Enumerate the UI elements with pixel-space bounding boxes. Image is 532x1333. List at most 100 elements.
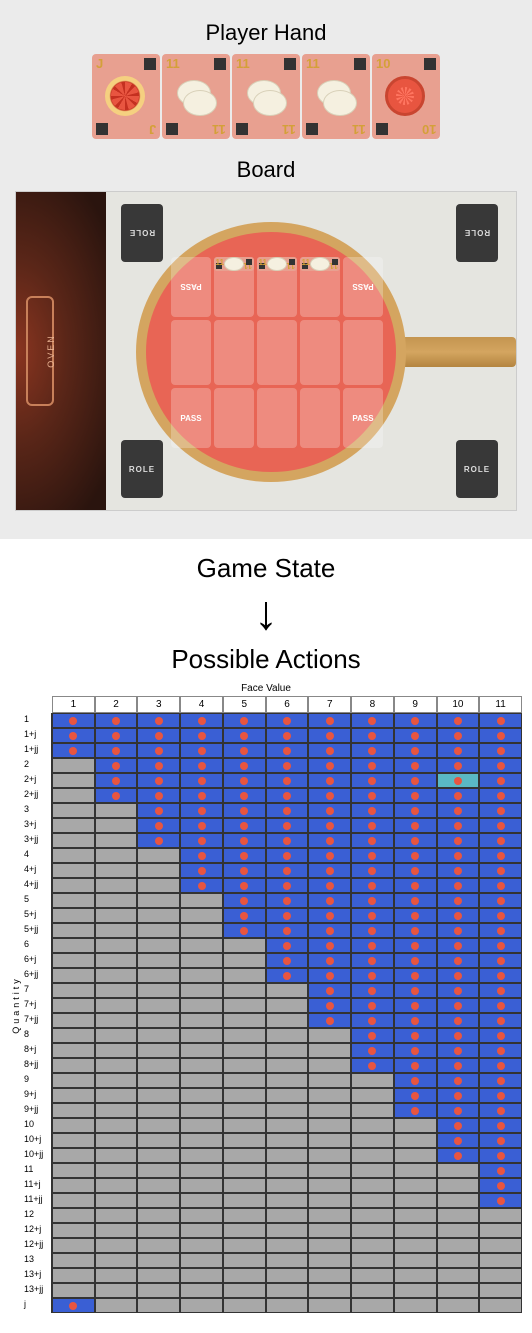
chart-cell <box>394 758 437 773</box>
board-slot <box>214 320 254 385</box>
chart-cell <box>351 743 394 758</box>
board-slot <box>300 320 340 385</box>
chart-cell <box>351 893 394 908</box>
chart-cell <box>95 1193 138 1208</box>
playable-dot <box>326 732 334 740</box>
playable-dot <box>240 807 248 815</box>
chart-cell <box>52 713 95 728</box>
playable-dot <box>368 852 376 860</box>
card-value: J <box>96 56 103 71</box>
chart-cell <box>479 758 522 773</box>
chart-cell <box>266 878 309 893</box>
chart-cell <box>479 1178 522 1193</box>
chart-col-header: 11 <box>479 696 522 713</box>
playable-dot <box>326 717 334 725</box>
chart-cell <box>223 1103 266 1118</box>
playable-dot <box>326 882 334 890</box>
chart-row-header: 2 <box>22 758 52 773</box>
chart-cell <box>137 893 180 908</box>
chart-cell <box>137 863 180 878</box>
qr-icon <box>289 259 295 265</box>
board-slot <box>257 388 297 448</box>
board-slot <box>214 388 254 448</box>
playable-dot <box>497 1107 505 1115</box>
playable-dot <box>155 717 163 725</box>
chart-cell <box>95 968 138 983</box>
board-slot <box>171 320 211 385</box>
board-slot: 1111 <box>300 257 340 317</box>
chart-cell <box>351 998 394 1013</box>
board-slot <box>300 388 340 448</box>
chart-cell <box>437 1298 480 1313</box>
qr-icon <box>96 123 108 135</box>
chart-cell <box>308 773 351 788</box>
playable-dot <box>411 882 419 890</box>
playable-dot <box>240 717 248 725</box>
chart-cell <box>52 1088 95 1103</box>
playable-dot <box>283 747 291 755</box>
playable-dot <box>368 717 376 725</box>
chart-cell <box>95 938 138 953</box>
chart-cell <box>180 1043 223 1058</box>
role-card-top-right: ROLE <box>456 204 498 262</box>
chart-cell <box>308 968 351 983</box>
chart-cell <box>95 863 138 878</box>
playable-dot <box>454 927 462 935</box>
chart-cell <box>95 1253 138 1268</box>
chart-cell <box>351 728 394 743</box>
chart-cell <box>52 1268 95 1283</box>
chart-cell <box>266 713 309 728</box>
chart-cell <box>95 1073 138 1088</box>
chart-cell <box>223 1178 266 1193</box>
playable-dot <box>497 837 505 845</box>
chart-cell <box>180 1298 223 1313</box>
chart-cell <box>266 833 309 848</box>
chart-col-header: 3 <box>137 696 180 713</box>
qr-icon <box>284 58 296 70</box>
chart-cell <box>95 1163 138 1178</box>
playable-dot <box>368 957 376 965</box>
chart-cell <box>479 1253 522 1268</box>
chart-cell <box>437 1118 480 1133</box>
chart-cell <box>266 968 309 983</box>
playable-dot <box>454 807 462 815</box>
chart-cell <box>223 878 266 893</box>
chart-cell <box>308 1193 351 1208</box>
chart-cell <box>180 1073 223 1088</box>
qr-icon <box>354 58 366 70</box>
chart-cell <box>137 1133 180 1148</box>
chart-cell <box>137 938 180 953</box>
card-value: 11 <box>352 122 366 137</box>
chart-cell <box>95 893 138 908</box>
chart-cell <box>308 1283 351 1298</box>
playable-dot <box>326 972 334 980</box>
playable-dot <box>283 972 291 980</box>
playable-dot <box>240 912 248 920</box>
chart-cell <box>437 728 480 743</box>
tomato-icon <box>385 76 425 116</box>
chart-cell <box>394 1088 437 1103</box>
chart-cell <box>95 1043 138 1058</box>
chart-col-header: 6 <box>266 696 309 713</box>
card-value: 10 <box>376 56 390 71</box>
playable-dot <box>454 1122 462 1130</box>
playable-dot <box>240 927 248 935</box>
chart-cell <box>394 938 437 953</box>
playable-dot <box>368 942 376 950</box>
chart-cell <box>180 758 223 773</box>
chart-cell <box>351 803 394 818</box>
playable-dot <box>240 852 248 860</box>
qr-icon <box>214 58 226 70</box>
chart-cell <box>223 1298 266 1313</box>
chart-cell <box>479 1208 522 1223</box>
chart-cell <box>180 773 223 788</box>
chart-cell <box>180 818 223 833</box>
chart-cell <box>351 1238 394 1253</box>
playable-dot <box>411 747 419 755</box>
chart-row-header: 1 <box>22 713 52 728</box>
chart-cell <box>95 788 138 803</box>
chart-row-header: 11+j <box>22 1178 52 1193</box>
playable-dot <box>411 1032 419 1040</box>
playable-dot <box>454 1137 462 1145</box>
board-card: 1111 <box>257 257 297 271</box>
